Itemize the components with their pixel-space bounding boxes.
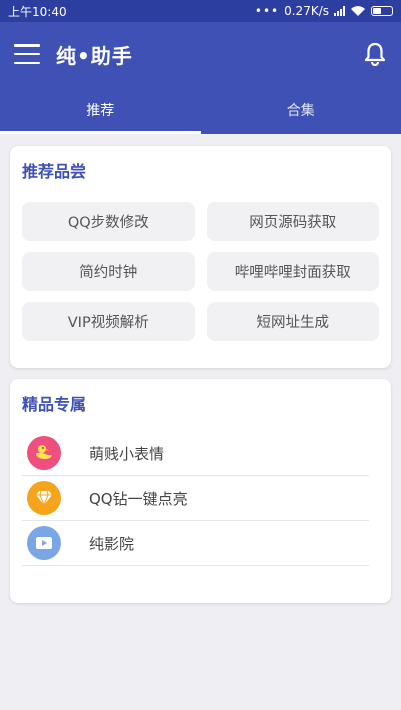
app-title: 纯•助手 bbox=[56, 43, 133, 68]
premium-list: 萌贱小表情 QQ钻一键点亮 纯影院 bbox=[22, 431, 379, 566]
video-play-icon bbox=[27, 526, 61, 560]
premium-card: 精品专属 萌贱小表情 QQ钻一键点亮 纯影院 bbox=[10, 379, 391, 603]
tab-bar: 推荐 合集 bbox=[0, 86, 401, 134]
more-dots-icon: ••• bbox=[254, 4, 280, 18]
status-indicators: ••• 0.27K/s bbox=[255, 4, 393, 18]
status-time: 上午10:40 bbox=[8, 4, 67, 19]
recommend-grid: QQ步数修改 网页源码获取 简约时钟 哔哩哔哩封面获取 VIP视频解析 短网址生… bbox=[22, 202, 379, 341]
tab-recommend[interactable]: 推荐 bbox=[0, 86, 201, 134]
wifi-icon bbox=[351, 6, 365, 16]
list-item-label: 纯影院 bbox=[89, 534, 135, 553]
webpage-source-button[interactable]: 网页源码获取 bbox=[206, 202, 379, 241]
diamond-icon bbox=[27, 481, 61, 515]
qq-steps-button[interactable]: QQ步数修改 bbox=[22, 202, 195, 241]
list-item-label: 萌贱小表情 bbox=[89, 444, 165, 463]
list-item-emoji[interactable]: 萌贱小表情 bbox=[22, 431, 369, 476]
menu-icon[interactable] bbox=[14, 44, 40, 64]
list-item-qq-diamond[interactable]: QQ钻一键点亮 bbox=[22, 476, 369, 521]
network-speed: 0.27K/s bbox=[284, 4, 329, 18]
recommend-title: 推荐品尝 bbox=[22, 162, 87, 181]
app-bar: 纯•助手 bbox=[0, 22, 401, 86]
status-bar: 上午10:40 ••• 0.27K/s bbox=[0, 0, 401, 22]
list-item-label: QQ钻一键点亮 bbox=[89, 489, 188, 508]
bilibili-cover-button[interactable]: 哔哩哔哩封面获取 bbox=[206, 252, 379, 291]
duck-icon bbox=[27, 436, 61, 470]
recommend-card: 推荐品尝 QQ步数修改 网页源码获取 简约时钟 哔哩哔哩封面获取 VIP视频解析… bbox=[10, 146, 391, 368]
signal-icon bbox=[334, 6, 345, 16]
vip-video-button[interactable]: VIP视频解析 bbox=[22, 302, 195, 341]
notification-bell-icon[interactable] bbox=[363, 42, 387, 66]
short-url-button[interactable]: 短网址生成 bbox=[206, 302, 379, 341]
simple-clock-button[interactable]: 简约时钟 bbox=[22, 252, 195, 291]
premium-title: 精品专属 bbox=[22, 395, 87, 414]
list-item-cinema[interactable]: 纯影院 bbox=[22, 521, 369, 566]
battery-icon bbox=[371, 6, 393, 16]
tab-collection[interactable]: 合集 bbox=[201, 86, 401, 134]
